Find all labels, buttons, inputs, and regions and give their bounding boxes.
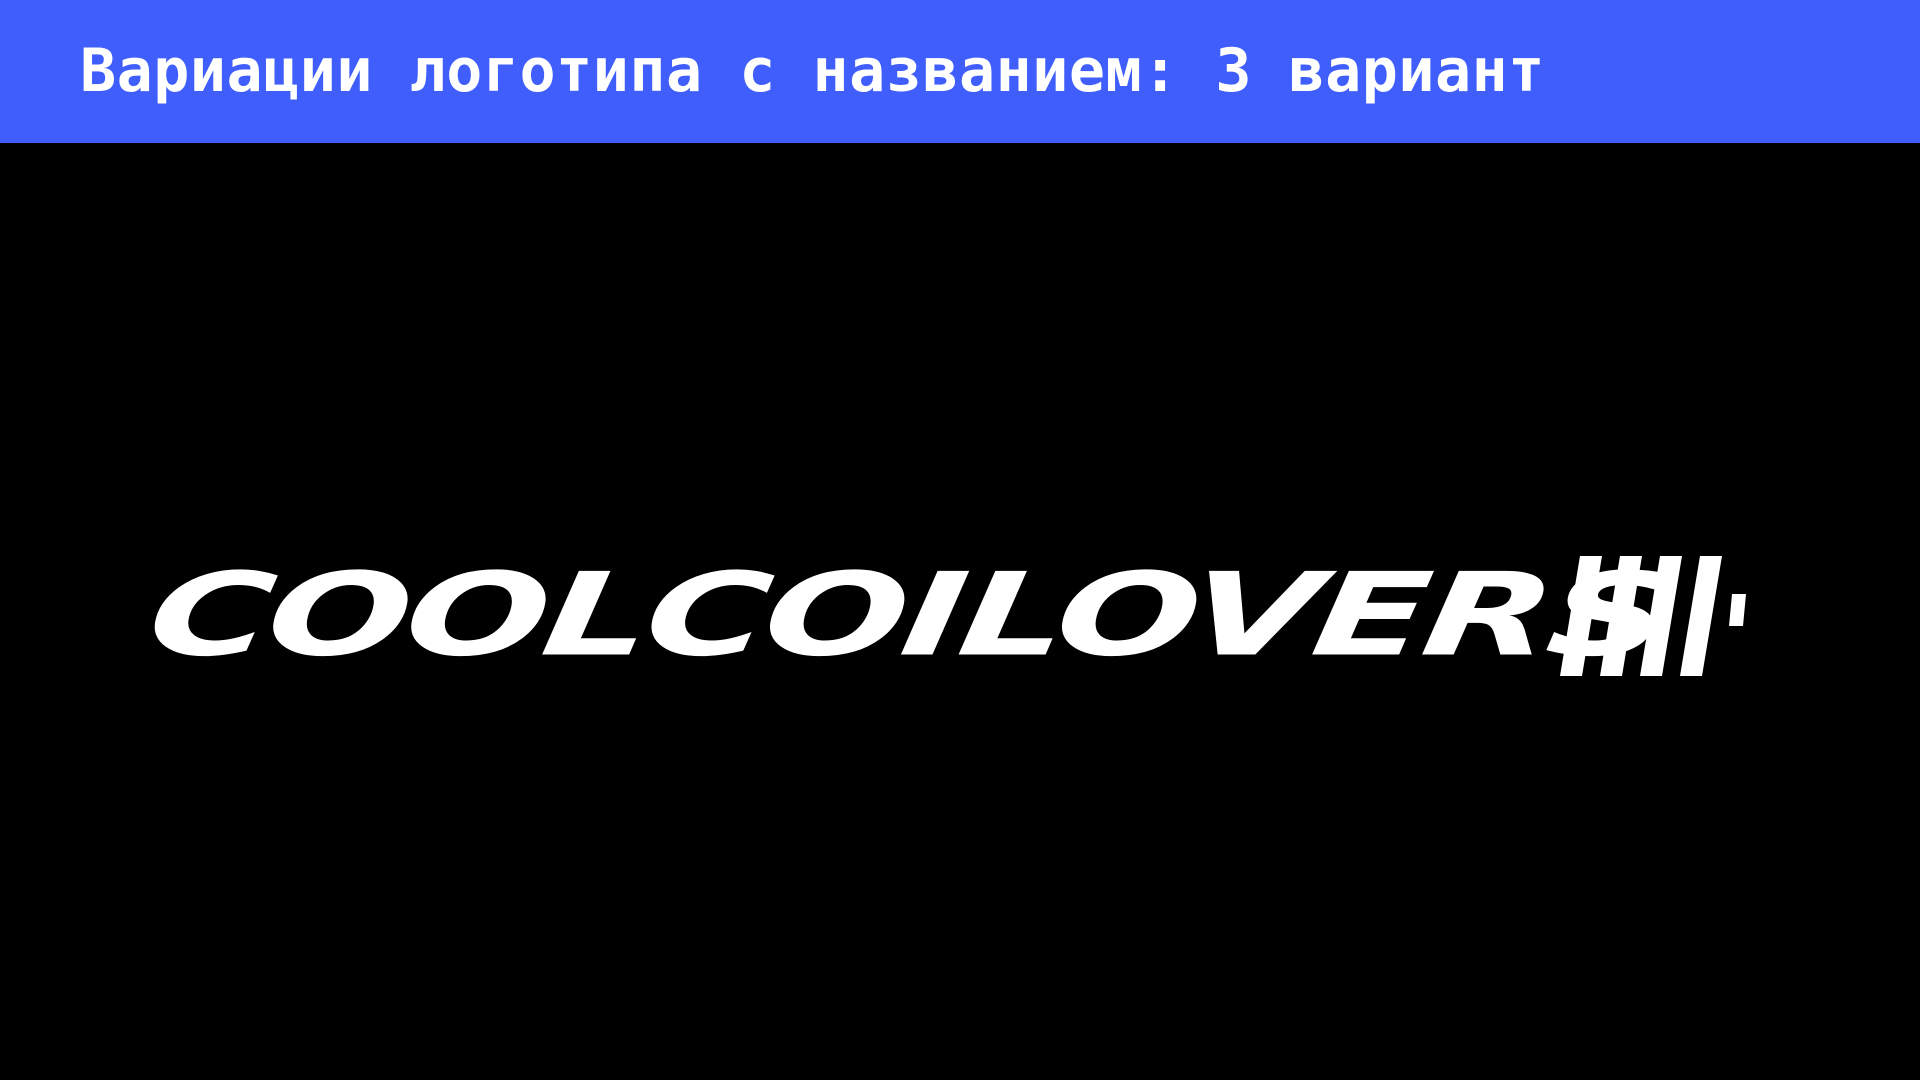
logo-wordmark: COOLCOILOVERS xyxy=(139,548,1676,683)
logo-stage: COOLCOILOVERS xyxy=(0,143,1920,1080)
coilover-stripes-icon xyxy=(1560,556,1746,676)
stripe-1 xyxy=(1560,556,1602,676)
stripe-4 xyxy=(1680,556,1722,676)
logo: COOLCOILOVERS xyxy=(140,549,1770,706)
header-band: Вариации логотипа с названием: 3 вариант xyxy=(0,0,1920,143)
page-title: Вариации логотипа с названием: 3 вариант xyxy=(80,36,1545,106)
stripe-tab xyxy=(1729,594,1746,626)
stripe-2 xyxy=(1600,556,1642,676)
stripe-3 xyxy=(1640,556,1682,676)
